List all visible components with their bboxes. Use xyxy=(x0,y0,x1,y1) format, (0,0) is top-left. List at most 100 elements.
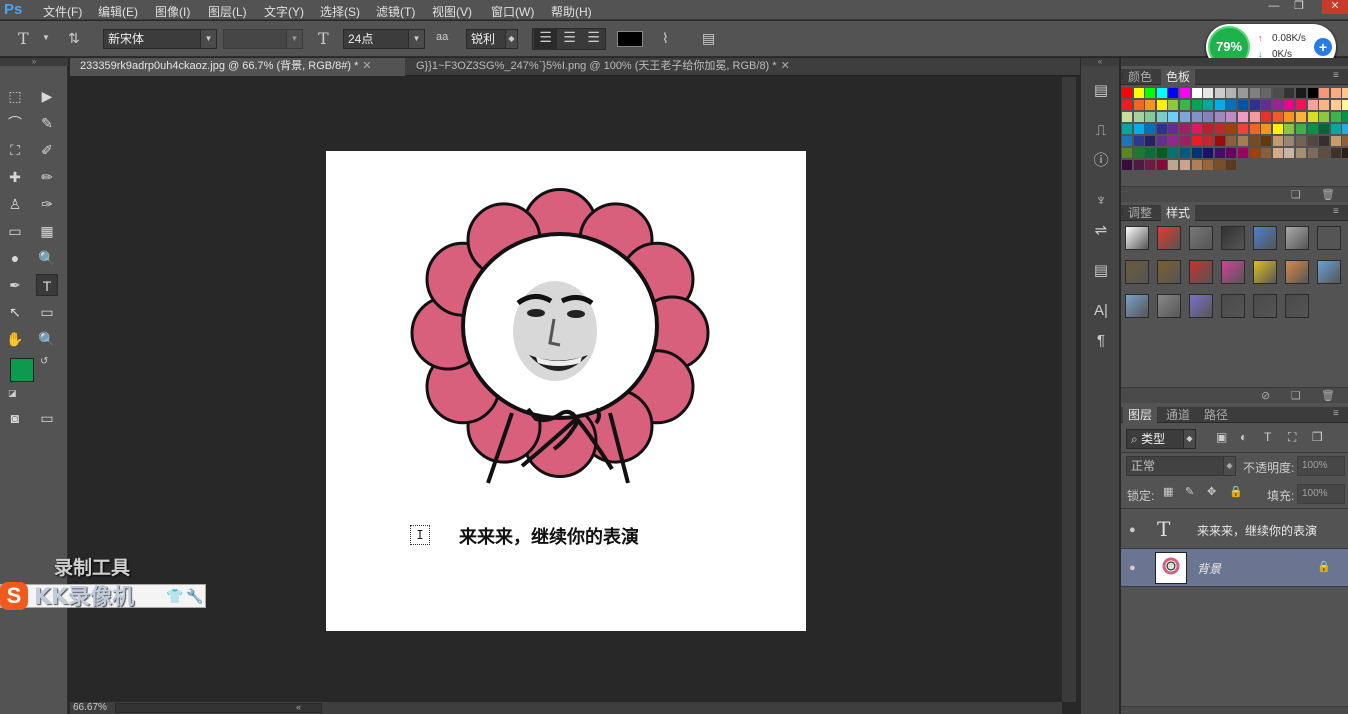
color-swatch[interactable] xyxy=(1284,100,1295,110)
type-tool-icon[interactable]: T xyxy=(36,274,58,296)
color-swatch[interactable] xyxy=(1191,112,1202,122)
close-icon[interactable]: ✕ xyxy=(781,60,790,72)
color-swatch[interactable] xyxy=(1191,124,1202,134)
color-swatch[interactable] xyxy=(1272,124,1283,134)
swatch-grid[interactable] xyxy=(1121,87,1348,185)
close-button[interactable]: ✕ xyxy=(1322,0,1348,14)
crop-icon[interactable]: ⛶ xyxy=(4,139,26,161)
style-preset[interactable] xyxy=(1125,294,1149,318)
color-swatch[interactable] xyxy=(1203,124,1214,134)
menu-view[interactable]: 视图(V) xyxy=(432,3,472,20)
color-swatch[interactable] xyxy=(1133,160,1144,170)
color-swatch[interactable] xyxy=(1122,148,1132,158)
lasso-icon[interactable]: ⌒ xyxy=(4,112,26,134)
color-swatch[interactable] xyxy=(1226,112,1237,122)
new-swatch-icon[interactable]: ❏ xyxy=(1291,188,1301,201)
color-swatch[interactable] xyxy=(1133,88,1144,98)
color-swatch[interactable] xyxy=(1249,124,1260,134)
gradient-icon[interactable]: ▦ xyxy=(36,220,58,242)
color-swatch[interactable] xyxy=(1203,100,1214,110)
color-swatch[interactable] xyxy=(1214,88,1225,98)
color-swatch[interactable] xyxy=(1156,100,1167,110)
style-preset[interactable] xyxy=(1285,260,1309,284)
style-preset[interactable] xyxy=(1157,260,1181,284)
color-swatch[interactable] xyxy=(1226,148,1237,158)
style-preset[interactable] xyxy=(1125,226,1149,250)
dock-collapse-icon[interactable]: « xyxy=(1081,58,1119,66)
boost-plus-icon[interactable]: + xyxy=(1314,38,1332,56)
style-preset[interactable] xyxy=(1221,260,1245,284)
color-swatch[interactable] xyxy=(1249,136,1260,146)
color-swatch[interactable] xyxy=(1168,124,1179,134)
trash-icon[interactable]: 🗑 xyxy=(1321,389,1335,402)
color-swatch[interactable] xyxy=(1180,112,1190,122)
color-swatch[interactable] xyxy=(1296,136,1306,146)
style-preset[interactable] xyxy=(1253,226,1277,250)
quick-select-icon[interactable]: ✎ xyxy=(36,112,58,134)
color-swatch[interactable] xyxy=(1156,148,1167,158)
color-swatch[interactable] xyxy=(1214,100,1225,110)
filter-shape-icon[interactable]: ⛶ xyxy=(1288,430,1296,445)
paragraph-styles-icon[interactable]: ▤ xyxy=(1089,260,1113,282)
color-swatch[interactable] xyxy=(1180,88,1190,98)
shirt-icon[interactable]: 👕 xyxy=(166,588,183,605)
paragraph-icon[interactable]: ¶ xyxy=(1089,330,1113,352)
color-swatch[interactable] xyxy=(1296,112,1306,122)
style-preset[interactable] xyxy=(1317,226,1341,250)
color-swatch[interactable] xyxy=(1168,100,1179,110)
color-swatch[interactable] xyxy=(1145,100,1156,110)
color-swatch[interactable] xyxy=(1284,88,1295,98)
color-swatch[interactable] xyxy=(1319,88,1330,98)
color-swatch[interactable] xyxy=(1191,88,1202,98)
color-swatch[interactable] xyxy=(1249,148,1260,158)
color-swatch[interactable] xyxy=(1168,148,1179,158)
color-swatch[interactable] xyxy=(1272,112,1283,122)
color-swatch[interactable] xyxy=(1203,112,1214,122)
lock-transparent-icon[interactable]: ▦ xyxy=(1163,485,1173,498)
color-swatch[interactable] xyxy=(1272,88,1283,98)
color-swatch[interactable] xyxy=(1133,100,1144,110)
marquee-icon[interactable]: ⬚ xyxy=(4,85,26,107)
filter-adjustment-icon[interactable]: ◐ xyxy=(1240,430,1247,444)
color-swatch[interactable] xyxy=(1203,160,1214,170)
menu-image[interactable]: 图像(I) xyxy=(155,3,190,20)
lock-pixels-icon[interactable]: ✎ xyxy=(1185,485,1194,498)
new-style-icon[interactable]: ❏ xyxy=(1291,389,1301,402)
color-swatch[interactable] xyxy=(1180,124,1190,134)
menu-window[interactable]: 窗口(W) xyxy=(491,3,534,20)
color-swatch[interactable] xyxy=(1284,112,1295,122)
color-swatch[interactable] xyxy=(1168,160,1179,170)
blend-mode-select[interactable]: 正常 ◆ xyxy=(1126,456,1236,476)
opacity-input[interactable]: 100% xyxy=(1297,456,1345,476)
zoom-icon[interactable]: 🔍 xyxy=(36,328,58,350)
color-swatch[interactable] xyxy=(1145,88,1156,98)
quick-mask-icon[interactable]: ◙ xyxy=(4,407,26,429)
color-swatch[interactable] xyxy=(1226,100,1237,110)
align-left-icon[interactable]: ☰ xyxy=(534,29,557,49)
history-icon[interactable]: ▤ xyxy=(1089,80,1113,102)
align-center-icon[interactable]: ☰ xyxy=(558,29,581,46)
timeline-collapse-icon[interactable]: « xyxy=(296,702,301,712)
foreground-color-swatch[interactable] xyxy=(10,358,34,382)
color-swatch[interactable] xyxy=(1180,160,1190,170)
color-swatch[interactable] xyxy=(1249,112,1260,122)
eraser-icon[interactable]: ▭ xyxy=(4,220,26,242)
font-size-select[interactable]: 24点 ▼ xyxy=(343,29,425,49)
visibility-eye-icon[interactable]: ● xyxy=(1129,524,1143,536)
color-swatch[interactable] xyxy=(1330,112,1341,122)
color-swatch[interactable] xyxy=(1191,100,1202,110)
visibility-eye-icon[interactable]: ● xyxy=(1129,562,1143,574)
color-swatch[interactable] xyxy=(1342,124,1348,134)
antialias-select[interactable]: 锐利 ◆ xyxy=(466,29,518,49)
dodge-icon[interactable]: 🔍 xyxy=(36,247,58,269)
document-canvas[interactable]: I 来来来，继续你的表演 xyxy=(326,151,806,631)
color-swatch[interactable] xyxy=(1238,112,1248,122)
color-swatch[interactable] xyxy=(1122,88,1132,98)
color-swatch[interactable] xyxy=(1133,124,1144,134)
color-swatch[interactable] xyxy=(1191,160,1202,170)
color-swatch[interactable] xyxy=(1342,100,1348,110)
color-swatch[interactable] xyxy=(1261,88,1272,98)
color-swatch[interactable] xyxy=(1272,148,1283,158)
color-swatch[interactable] xyxy=(1122,136,1132,146)
color-swatch[interactable] xyxy=(1307,88,1318,98)
